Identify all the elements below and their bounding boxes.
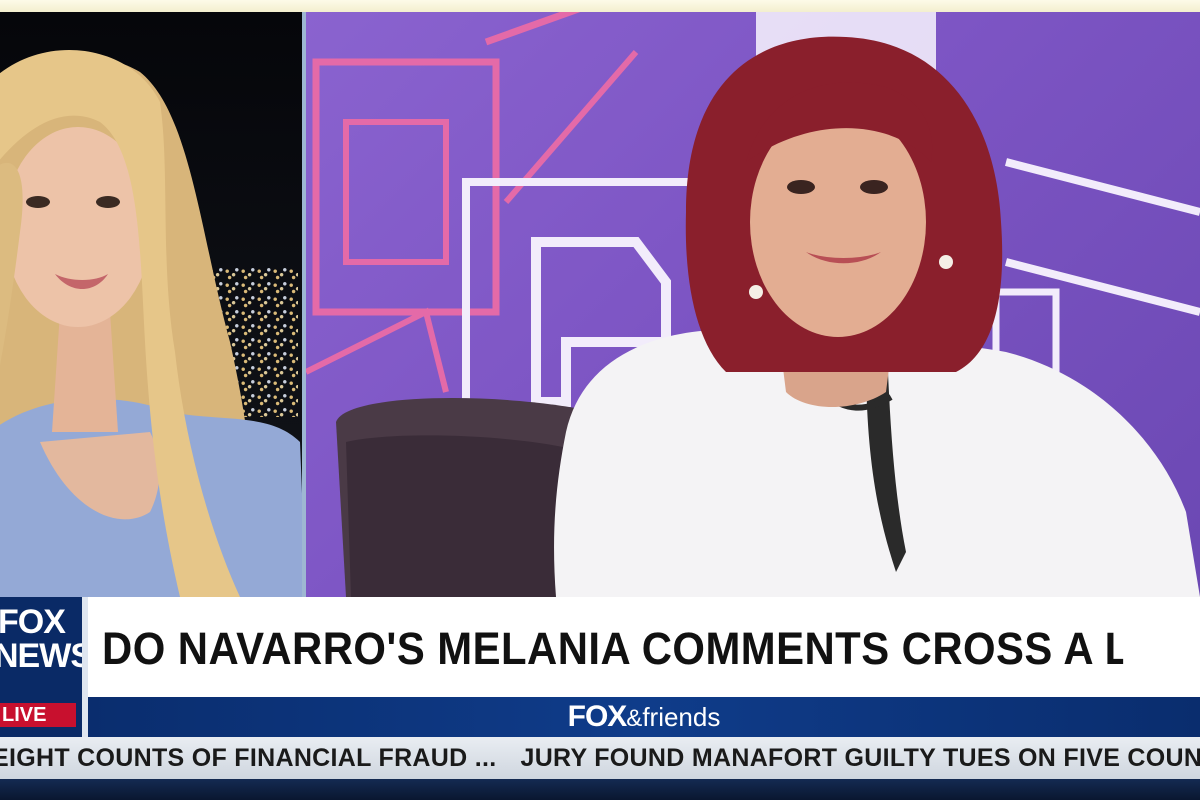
headline-text: DO NAVARRO'S MELANIA COMMENTS CROSS A LI… (102, 623, 1124, 674)
show-brand: FOX (567, 700, 628, 733)
guest-video-panel (0, 12, 306, 597)
ticker-item: EIGHT COUNTS OF FINANCIAL FRAUD ... (0, 744, 497, 772)
show-logo: FOX&friends (568, 700, 721, 734)
logo-news-text: NEWS (0, 637, 82, 675)
photo-panel (306, 12, 1200, 597)
stage-backdrop (306, 12, 1200, 597)
logo-live-badge: LIVE (0, 703, 76, 727)
guest-figure (0, 49, 302, 597)
news-ticker: EIGHT COUNTS OF FINANCIAL FRAUD ... JURY… (0, 737, 1200, 779)
show-ampersand: & (626, 705, 643, 732)
ticker-track: EIGHT COUNTS OF FINANCIAL FRAUD ... JURY… (0, 744, 1200, 773)
fox-news-live-logo: FOX NEWS LIVE (0, 597, 82, 737)
bottom-strip (0, 779, 1200, 800)
show-title-bar: FOX&friends (88, 697, 1200, 737)
show-name: friends (642, 702, 721, 732)
top-border-strip (0, 0, 1200, 12)
ticker-item: JURY FOUND MANAFORT GUILTY TUES ON FIVE … (520, 744, 1200, 772)
